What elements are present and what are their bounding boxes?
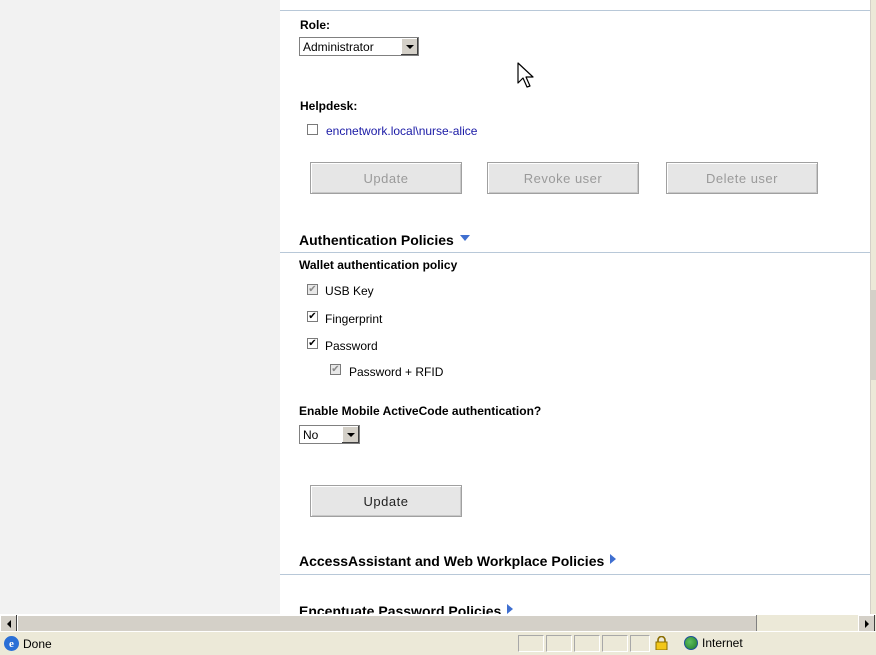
auth-policies-title: Authentication Policies	[299, 232, 454, 248]
chevron-down-icon[interactable]	[459, 235, 470, 241]
arrow-left-icon	[6, 619, 11, 628]
section-divider	[280, 10, 870, 11]
scroll-right-button[interactable]	[858, 615, 875, 632]
role-select[interactable]: Administrator	[299, 37, 419, 56]
update-user-button[interactable]: Update	[310, 162, 462, 194]
chevron-down-icon[interactable]	[400, 38, 418, 55]
fingerprint-label: Fingerprint	[325, 312, 383, 326]
update-auth-policies-button[interactable]: Update	[310, 485, 462, 517]
auth-policies-header[interactable]: Authentication Policies	[299, 232, 470, 248]
cursor-icon	[517, 62, 534, 88]
role-label: Role:	[300, 18, 330, 32]
status-panel	[518, 635, 544, 652]
ie-icon: e	[4, 636, 19, 651]
usb-key-checkbox	[307, 284, 318, 295]
mobile-activecode-select[interactable]: No	[299, 425, 360, 444]
password-checkbox[interactable]	[307, 338, 318, 349]
role-select-value: Administrator	[303, 40, 374, 54]
section-divider	[280, 574, 870, 575]
main-content: Role: Administrator Helpdesk: encnetwork…	[280, 0, 870, 614]
zone-text: Internet	[702, 636, 743, 650]
status-text-area: e Done	[4, 636, 52, 651]
access-assistant-title: AccessAssistant and Web Workplace Polici…	[299, 553, 605, 569]
password-label: Password	[325, 339, 378, 353]
status-panel	[546, 635, 572, 652]
status-panel	[630, 635, 650, 652]
security-zone: Internet	[684, 636, 743, 650]
section-divider	[280, 252, 870, 253]
vertical-scrollbar-thumb[interactable]	[871, 290, 876, 380]
password-policies-header[interactable]: Encentuate Password Policies	[299, 603, 514, 614]
password-policies-title: Encentuate Password Policies	[299, 603, 502, 614]
helpdesk-user-link[interactable]: encnetwork.local\nurse-alice	[326, 124, 477, 138]
status-text: Done	[23, 636, 52, 651]
revoke-user-button[interactable]: Revoke user	[487, 162, 639, 194]
access-assistant-header[interactable]: AccessAssistant and Web Workplace Polici…	[299, 553, 617, 569]
chevron-right-icon[interactable]	[610, 554, 617, 564]
wallet-policy-label: Wallet authentication policy	[299, 258, 458, 272]
chevron-right-icon[interactable]	[507, 604, 514, 614]
fingerprint-checkbox[interactable]	[307, 311, 318, 322]
helpdesk-user-checkbox[interactable]	[307, 124, 318, 135]
delete-user-button[interactable]: Delete user	[666, 162, 818, 194]
password-rfid-label: Password + RFID	[349, 365, 444, 379]
vertical-scrollbar[interactable]	[870, 0, 876, 614]
status-panel	[602, 635, 628, 652]
mobile-activecode-value: No	[303, 428, 319, 442]
chevron-down-icon[interactable]	[341, 426, 359, 443]
horizontal-scrollbar[interactable]	[0, 614, 876, 632]
helpdesk-label: Helpdesk:	[300, 99, 358, 113]
mobile-activecode-label: Enable Mobile ActiveCode authentication?	[299, 404, 542, 418]
status-bar: e Done Internet	[0, 631, 876, 655]
arrow-right-icon	[864, 619, 869, 628]
usb-key-label: USB Key	[325, 284, 374, 298]
scroll-left-button[interactable]	[0, 615, 17, 632]
password-rfid-checkbox	[330, 364, 341, 375]
status-panel	[574, 635, 600, 652]
left-nav-pane	[0, 0, 280, 614]
lock-icon	[655, 636, 668, 650]
globe-icon	[684, 636, 698, 650]
horizontal-scrollbar-thumb[interactable]	[17, 615, 757, 632]
